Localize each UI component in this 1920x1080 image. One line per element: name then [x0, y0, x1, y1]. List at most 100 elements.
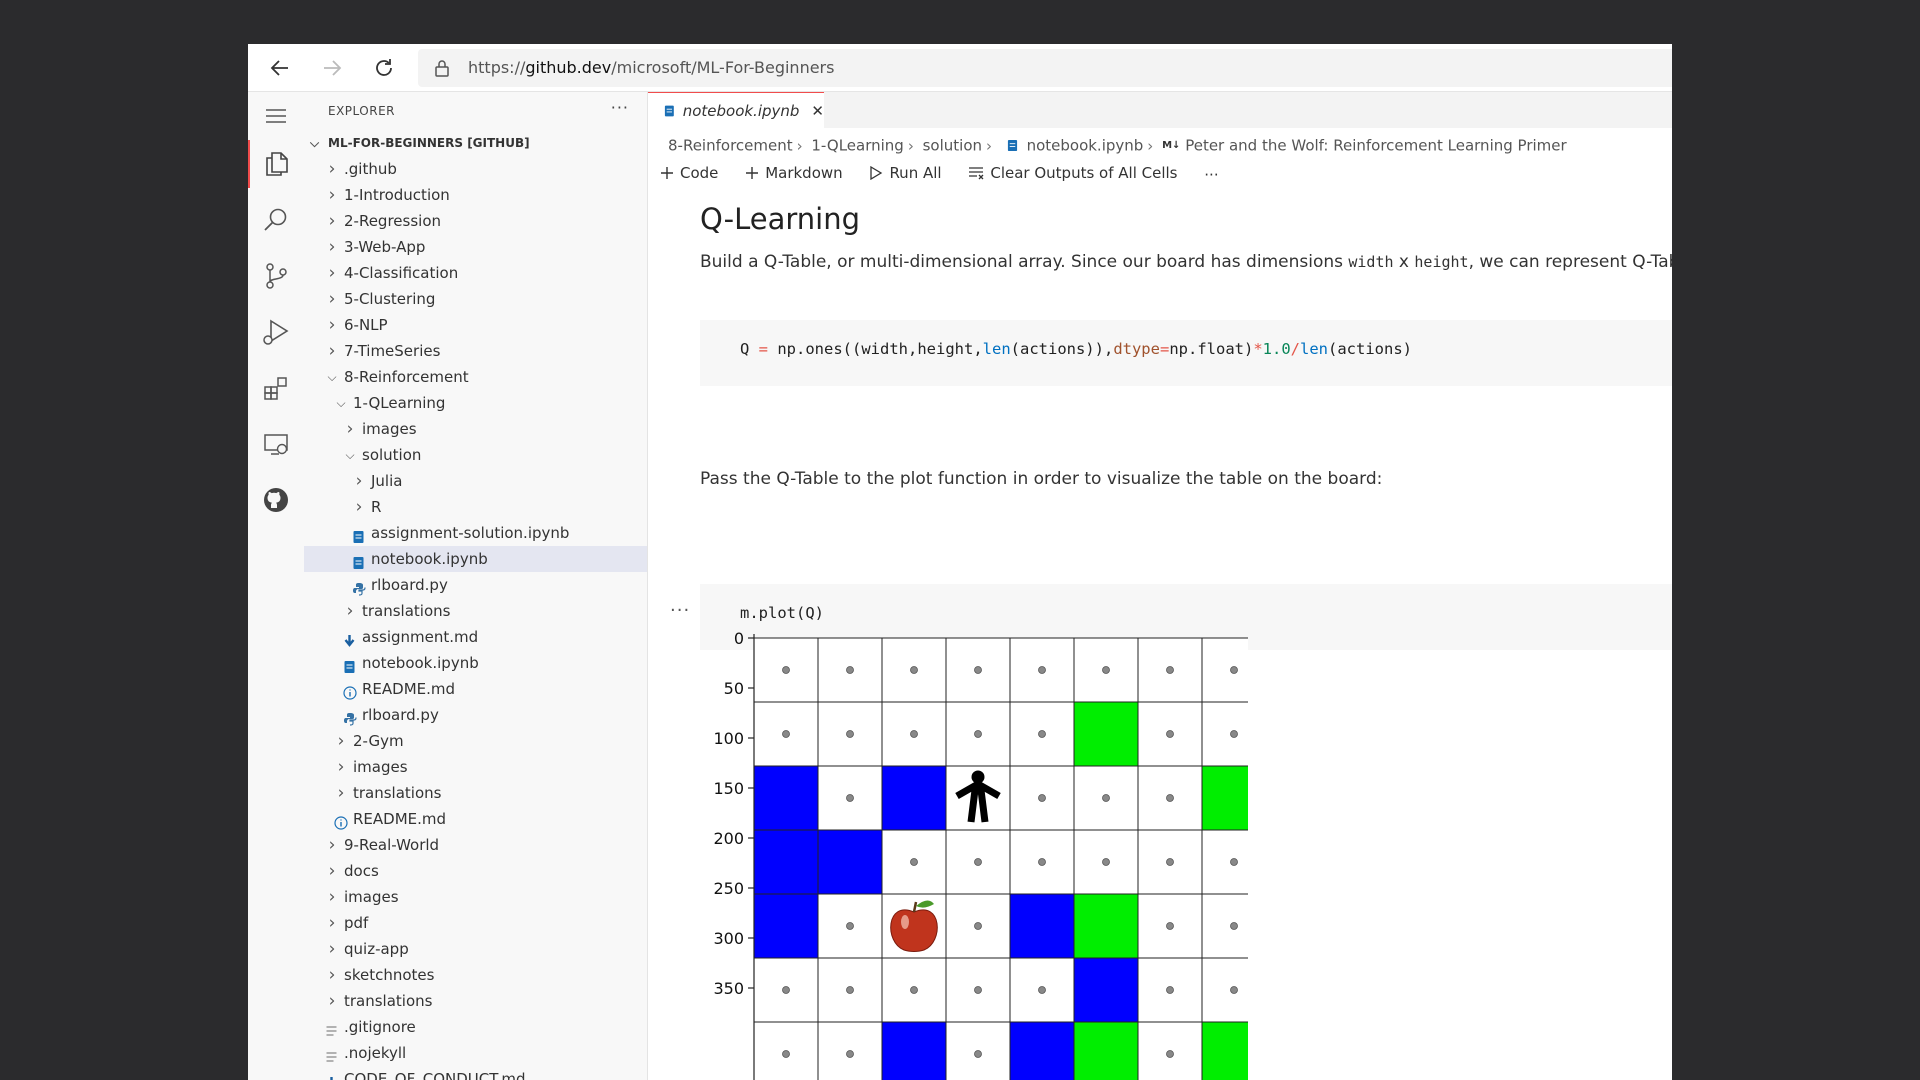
github-button[interactable]	[248, 476, 304, 524]
search-button[interactable]	[248, 196, 304, 244]
tree-item[interactable]: ⌵ solution	[304, 442, 647, 468]
chevron-right-icon: ›	[328, 861, 336, 881]
board-cell-water	[753, 893, 819, 959]
breadcrumb-item[interactable]: 8-Reinforcement	[668, 137, 793, 155]
qvalue-dot	[846, 666, 854, 674]
qvalue-dot	[974, 666, 982, 674]
menu-icon	[266, 109, 286, 123]
tree-item-label: .github	[344, 160, 397, 178]
extensions-button[interactable]	[248, 364, 304, 412]
tree-item[interactable]: › 5-Clustering	[304, 286, 647, 312]
tree-item[interactable]: › Julia	[304, 468, 647, 494]
tree-item[interactable]: rlboard.py	[304, 572, 647, 598]
breadcrumb-item[interactable]: Peter and the Wolf: Reinforcement Learni…	[1185, 137, 1566, 155]
add-code-cell-button[interactable]: Code	[660, 164, 718, 182]
markdown-badge-icon: M↓	[1162, 140, 1181, 151]
add-markdown-cell-button[interactable]: Markdown	[745, 164, 843, 182]
breadcrumb-item[interactable]: 1-QLearning	[811, 137, 903, 155]
qvalue-dot	[846, 730, 854, 738]
reload-icon	[376, 59, 392, 76]
clear-outputs-button[interactable]: Clear Outputs of All Cells	[968, 164, 1178, 182]
reload-button[interactable]	[368, 52, 400, 84]
address-bar[interactable]: https://github.dev/microsoft/ML-For-Begi…	[418, 49, 1672, 87]
tree-item[interactable]: › 6-NLP	[304, 312, 647, 338]
chevron-right-icon: ›	[1147, 136, 1154, 155]
tree-item[interactable]: › translations	[304, 780, 647, 806]
tree-item[interactable]: notebook.ipynb	[304, 546, 647, 572]
tree-item[interactable]: › 9-Real-World	[304, 832, 647, 858]
tree-item-label: assignment.md	[362, 628, 479, 646]
tree-item[interactable]: assignment-solution.ipynb	[304, 520, 647, 546]
tree-item[interactable]: .gitignore	[304, 1014, 647, 1040]
tree-item[interactable]: CODE_OF_CONDUCT.md	[304, 1066, 647, 1080]
plus-icon	[661, 167, 673, 179]
tree-item[interactable]: › 4-Classification	[304, 260, 647, 286]
back-button[interactable]	[264, 52, 296, 84]
qvalue-dot	[846, 986, 854, 994]
tree-item-label: translations	[353, 784, 442, 802]
breadcrumb-item[interactable]: solution	[923, 137, 982, 155]
tree-item[interactable]: › R	[304, 494, 647, 520]
source-control-button[interactable]	[248, 252, 304, 300]
tree-item[interactable]: › pdf	[304, 910, 647, 936]
tree-item[interactable]: ⌵ 1-QLearning	[304, 390, 647, 416]
tree-item[interactable]: › images	[304, 416, 647, 442]
python-file-icon	[352, 578, 366, 596]
run-all-button[interactable]: Run All	[869, 164, 942, 182]
y-tick-label: 150	[713, 779, 744, 798]
board-cell-water	[1073, 957, 1139, 1023]
tree-item[interactable]: › translations	[304, 988, 647, 1014]
chevron-down-icon: ⌵	[336, 396, 346, 410]
tree-item[interactable]: › 7-TimeSeries	[304, 338, 647, 364]
menu-button[interactable]	[248, 92, 304, 140]
tree-item[interactable]: › images	[304, 884, 647, 910]
breadcrumb: 8-Reinforcement › 1-QLearning › solution › …	[668, 136, 1567, 155]
explorer-more-button[interactable]: ···	[611, 98, 629, 117]
tree-item[interactable]: › sketchnotes	[304, 962, 647, 988]
tree-item-label: solution	[362, 446, 422, 464]
chevron-right-icon: ›	[328, 211, 336, 231]
tree-item[interactable]: ⌵ 8-Reinforcement	[304, 364, 647, 390]
tree-item[interactable]: › translations	[304, 598, 647, 624]
qvalue-dot	[1038, 794, 1046, 802]
tree-item[interactable]: › quiz-app	[304, 936, 647, 962]
python-file-icon	[343, 708, 357, 726]
chevron-down-icon: ⌵	[327, 370, 337, 384]
y-tick-label: 200	[713, 829, 744, 848]
qvalue-dot	[1230, 986, 1238, 994]
tree-item[interactable]: README.md	[304, 806, 647, 832]
chevron-right-icon: ›	[328, 159, 336, 179]
breadcrumb-item[interactable]: notebook.ipynb	[1027, 137, 1144, 155]
remote-explorer-button[interactable]	[248, 420, 304, 468]
tree-item-label: sketchnotes	[344, 966, 435, 984]
explorer-button[interactable]	[248, 140, 304, 188]
tree-item[interactable]: › 3-Web-App	[304, 234, 647, 260]
chevron-right-icon: ›	[986, 136, 993, 155]
tree-item[interactable]: › 2-Gym	[304, 728, 647, 754]
text-file-icon	[325, 1020, 339, 1036]
chevron-right-icon: ›	[337, 731, 345, 751]
run-debug-button[interactable]	[248, 308, 304, 356]
tab-close-button[interactable]: ✕	[811, 102, 824, 120]
tree-item[interactable]: notebook.ipynb	[304, 650, 647, 676]
output-more-button[interactable]: ···	[670, 600, 690, 621]
code-cell[interactable]: Q = np.ones((width,height,len(actions)),…	[700, 320, 1672, 386]
tree-item[interactable]: README.md	[304, 676, 647, 702]
tree-item[interactable]: › 2-Regression	[304, 208, 647, 234]
board-cell-water	[1009, 893, 1075, 959]
tree-item[interactable]: .nojekyll	[304, 1040, 647, 1066]
tree-item[interactable]: › 1-Introduction	[304, 182, 647, 208]
forward-button[interactable]	[316, 52, 348, 84]
tree-item-label: assignment-solution.ipynb	[371, 524, 570, 542]
toolbar-more-button[interactable]: ···	[1204, 166, 1218, 184]
explorer-root-folder[interactable]: ⌵ ML-FOR-BEGINNERS [GITHUB]	[304, 130, 647, 156]
github-icon	[264, 488, 288, 512]
tree-item[interactable]: › images	[304, 754, 647, 780]
tab-notebook[interactable]: notebook.ipynb ✕	[648, 92, 824, 129]
markdown-file-icon	[325, 1072, 339, 1080]
tree-item[interactable]: › docs	[304, 858, 647, 884]
tree-item[interactable]: › .github	[304, 156, 647, 182]
tree-item[interactable]: rlboard.py	[304, 702, 647, 728]
markdown-paragraph: Pass the Q-Table to the plot function in…	[700, 469, 1383, 489]
tree-item[interactable]: assignment.md	[304, 624, 647, 650]
